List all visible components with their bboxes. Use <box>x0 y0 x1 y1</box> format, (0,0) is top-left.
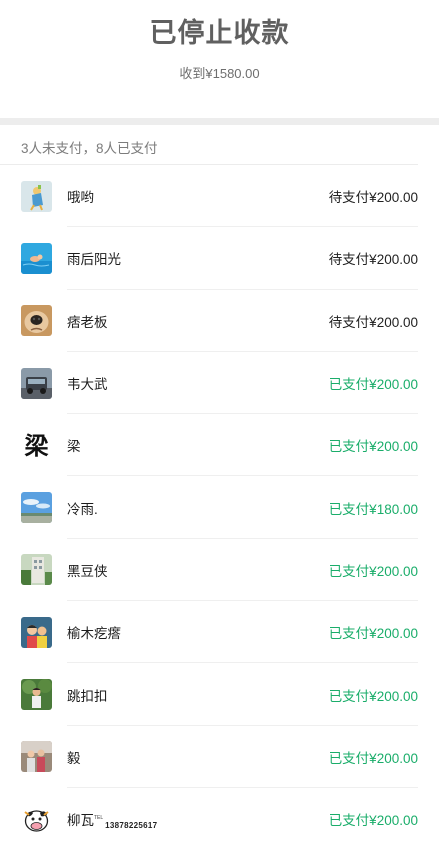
payer-name: 雨后阳光 <box>67 252 121 268</box>
payment-status: 已支付¥200.00 <box>328 813 418 829</box>
payer-row[interactable]: 韦大武 已支付¥200.00 <box>0 352 439 415</box>
payment-status: 已支付¥200.00 <box>328 563 418 579</box>
payer-row[interactable]: 柳瓦TEL13878225617 已支付¥200.00 <box>0 788 439 850</box>
payer-name: 痞老板 <box>67 314 108 330</box>
section-divider <box>0 118 439 125</box>
payer-row[interactable]: 痞老板 待支付¥200.00 <box>0 290 439 353</box>
car-avatar <box>21 367 52 399</box>
cow-cartoon-avatar <box>21 803 52 835</box>
family-photo-avatar <box>21 741 52 773</box>
payer-row[interactable]: 黑豆侠 已支付¥200.00 <box>0 539 439 602</box>
amount-received: 收到¥1580.00 <box>179 66 260 81</box>
dog-nose-avatar <box>21 305 52 337</box>
phone-tel-label: TEL <box>94 814 104 821</box>
payment-status: 已支付¥180.00 <box>328 501 418 517</box>
payer-name: 哦哟 <box>67 190 94 206</box>
payer-name: 毅 <box>67 750 81 766</box>
payer-name: 冷雨. <box>67 501 98 517</box>
cartoon-kids-avatar <box>21 616 52 648</box>
cartoon-figure-avatar <box>21 180 52 212</box>
payer-name: 黑豆侠 <box>67 563 108 579</box>
swimming-pool-avatar <box>21 242 52 274</box>
person-in-park-avatar <box>21 679 52 711</box>
calligraphy-character-avatar: 梁 <box>21 430 52 461</box>
payer-list: 哦哟 待支付¥200.00 雨后阳光 待支付¥200.00 痞老板 待支付¥20… <box>0 165 439 850</box>
payer-name: 跳扣扣 <box>67 688 108 704</box>
page-title: 已停止收款 <box>149 18 290 48</box>
building-avatar <box>21 554 52 586</box>
payer-name: 榆木疙瘩 <box>67 626 121 642</box>
payer-name-text: 柳瓦 <box>67 812 94 828</box>
payment-summary: 3人未支付，8人已支付 <box>0 125 418 165</box>
collection-header: 已停止收款 收到¥1580.00 <box>0 0 439 118</box>
payment-status: 待支付¥200.00 <box>328 190 418 206</box>
payment-status: 已支付¥200.00 <box>328 688 418 704</box>
payer-row[interactable]: 哦哟 待支付¥200.00 <box>0 165 439 228</box>
payer-row[interactable]: 跳扣扣 已支付¥200.00 <box>0 663 439 726</box>
payer-name: 柳瓦TEL13878225617 <box>67 809 329 830</box>
payment-status: 已支付¥200.00 <box>328 750 418 766</box>
payer-row[interactable]: 冷雨. 已支付¥180.00 <box>0 476 439 540</box>
payment-status: 待支付¥200.00 <box>328 314 418 330</box>
payer-row[interactable]: 榆木疙瘩 已支付¥200.00 <box>0 601 439 664</box>
payment-status: 待支付¥200.00 <box>328 252 418 268</box>
phone-number: 13878225617 <box>105 820 158 830</box>
payer-row[interactable]: 毅 已支付¥200.00 <box>0 726 439 789</box>
payer-name: 梁 <box>67 439 81 455</box>
payment-status: 已支付¥200.00 <box>328 626 418 642</box>
payer-row[interactable]: 梁 梁 已支付¥200.00 <box>0 414 439 477</box>
payer-row[interactable]: 雨后阳光 待支付¥200.00 <box>0 227 439 290</box>
payer-name: 韦大武 <box>67 377 108 393</box>
payment-status: 已支付¥200.00 <box>328 439 418 455</box>
sky-landscape-avatar <box>21 492 52 524</box>
calligraphy-glyph: 梁 <box>24 430 49 460</box>
payment-status: 已支付¥200.00 <box>328 377 418 393</box>
